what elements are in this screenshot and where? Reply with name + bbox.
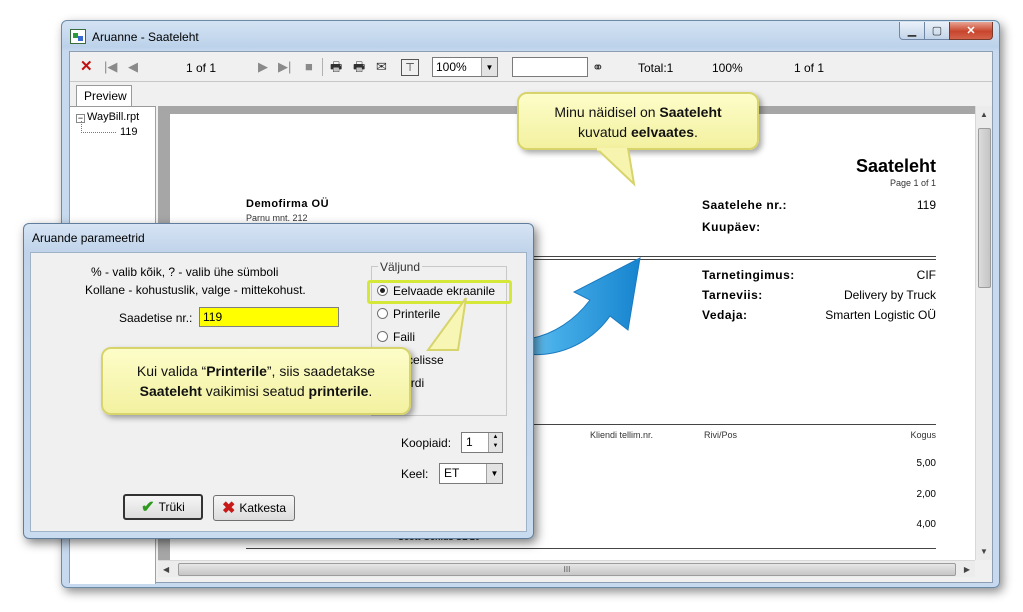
- print-icon[interactable]: 🖶: [330, 59, 342, 75]
- copies-stepper[interactable]: 1 ▲ ▼: [461, 432, 503, 453]
- hint-line-2: Kollane - kohustuslik, valge - mittekohu…: [85, 283, 306, 297]
- waybill-field-label: Saadetise nr.:: [119, 311, 193, 325]
- chevron-down-icon[interactable]: ▼: [481, 58, 497, 76]
- company-name: Demofirma OÜ: [246, 198, 330, 210]
- vertical-scroll-thumb[interactable]: [978, 128, 991, 288]
- print-button[interactable]: ✔ Trüki: [123, 494, 203, 520]
- waybill-no-value: 119: [916, 198, 936, 212]
- app-icon: [70, 29, 86, 44]
- prev-page-icon[interactable]: ◀: [128, 59, 138, 75]
- quantity-cell: 4,00: [916, 519, 936, 530]
- print-setup-icon[interactable]: 🖶: [353, 59, 365, 75]
- column-header: Kliendi tellim.nr.: [590, 430, 654, 440]
- page-indicator: 1 of 1: [186, 61, 217, 75]
- horizontal-scroll-thumb[interactable]: III: [178, 563, 956, 576]
- chevron-down-icon[interactable]: ▼: [486, 464, 502, 483]
- carrier-label: Vedaja:: [702, 308, 748, 322]
- column-header: Kogus: [910, 430, 936, 440]
- window-title: Aruanne - Saateleht: [92, 30, 199, 44]
- title-bar[interactable]: Aruanne - Saateleht ▁ ▢ ✕: [62, 21, 999, 51]
- delivery-label: Tarneviis:: [702, 288, 763, 302]
- tab-preview[interactable]: Preview: [76, 85, 132, 106]
- horizontal-scrollbar[interactable]: ◀ III ▶: [158, 560, 975, 577]
- scroll-left-icon[interactable]: ◀: [163, 565, 169, 574]
- date-label: Kuupäev:: [702, 220, 761, 234]
- waybill-input[interactable]: 119: [199, 307, 339, 327]
- export-icon[interactable]: ✉: [376, 59, 387, 75]
- tree-toggle-icon[interactable]: ⊤: [401, 59, 419, 76]
- callout-preview: Minu näidisel on Saateleht kuvatud eelva…: [517, 92, 759, 150]
- callout-pointer: [594, 148, 636, 187]
- scroll-right-icon[interactable]: ▶: [964, 565, 970, 574]
- cancel-button[interactable]: ✖ Katkesta: [213, 495, 295, 521]
- page-info: Page 1 of 1: [889, 178, 936, 188]
- quantity-cell: 5,00: [916, 458, 936, 469]
- carrier-value: Smarten Logistic OÜ: [825, 308, 936, 322]
- hint-line-1: % - valib kõik, ? - valib ühe sümboli: [91, 265, 279, 279]
- report-title: Saateleht: [855, 156, 936, 176]
- tree-child[interactable]: 119: [120, 126, 138, 138]
- zoom-select[interactable]: 100% ▼: [432, 57, 498, 77]
- binoculars-icon[interactable]: ⚭: [592, 59, 604, 75]
- stepper-arrows-icon[interactable]: ▲ ▼: [488, 433, 502, 452]
- maximize-button[interactable]: ▢: [924, 22, 950, 40]
- column-header: Rivi/Pos: [704, 430, 738, 440]
- first-page-icon[interactable]: |◀: [104, 59, 117, 75]
- vertical-scrollbar[interactable]: ▲ ▼: [975, 106, 992, 560]
- stop-icon[interactable]: ■: [305, 59, 313, 75]
- close-button[interactable]: ✕: [949, 22, 993, 40]
- scroll-down-icon[interactable]: ▼: [980, 547, 988, 556]
- delivery-value: Delivery by Truck: [843, 288, 936, 302]
- check-icon: ✔: [141, 499, 155, 516]
- zoom-percent: 100%: [712, 61, 743, 75]
- search-input[interactable]: [512, 57, 588, 77]
- terms-value: CIF: [916, 268, 936, 282]
- language-select[interactable]: ET ▼: [439, 463, 503, 484]
- dialog-title: Aruande parameetrid: [32, 231, 145, 245]
- copies-label: Koopiaid:: [401, 436, 452, 450]
- terms-label: Tarnetingimus:: [702, 268, 795, 282]
- quantity-cell: 2,00: [916, 489, 936, 500]
- language-label: Keel:: [401, 467, 429, 481]
- page-of-label: 1 of 1: [794, 61, 825, 75]
- tree-root[interactable]: − WayBill.rpt: [76, 111, 139, 123]
- radio-file[interactable]: Faili: [377, 330, 415, 344]
- report-toolbar: ✕ |◀ ◀ 1 of 1 ▶ ▶| ■ 🖶 🖶 ✉ ⊤ 100% ▼ ⚭ To…: [70, 52, 992, 82]
- scroll-up-icon[interactable]: ▲: [980, 110, 988, 119]
- company-address: Parnu mnt. 212: [246, 213, 308, 223]
- last-page-icon[interactable]: ▶|: [278, 59, 291, 75]
- total-label: Total:1: [638, 61, 674, 75]
- minimize-button[interactable]: ▁: [899, 22, 925, 40]
- output-group-label: Väljund: [378, 260, 423, 274]
- callout-printer: Kui valida “Printerile”, siis saadetakse…: [101, 347, 411, 415]
- cross-icon: ✖: [221, 500, 236, 517]
- waybill-no-label: Saatelehe nr.:: [702, 198, 788, 212]
- callout-pointer: [426, 297, 467, 351]
- next-page-icon[interactable]: ▶: [258, 59, 268, 75]
- close-x-icon[interactable]: ✕: [80, 59, 93, 75]
- collapse-icon[interactable]: −: [76, 114, 85, 123]
